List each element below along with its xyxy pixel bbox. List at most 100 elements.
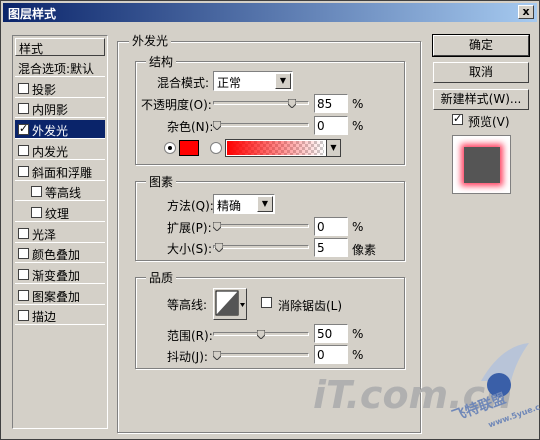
sidebar-item-label: 渐变叠加 xyxy=(32,269,81,283)
blend-mode-label: 混合模式: xyxy=(157,76,210,90)
sidebar-item-checkbox[interactable] xyxy=(18,122,29,136)
jitter-unit: % xyxy=(352,348,364,362)
opacity-label: 不透明度(O): xyxy=(141,98,212,112)
spread-label: 扩展(P): xyxy=(167,221,212,235)
sidebar-item[interactable]: 内阴影 xyxy=(15,99,105,119)
size-input[interactable]: 5 xyxy=(314,238,348,257)
contour-picker[interactable] xyxy=(213,288,247,320)
sidebar-item-checkbox[interactable] xyxy=(18,82,29,94)
sidebar-item[interactable]: 纹理 xyxy=(15,203,105,222)
technique-select[interactable]: 精确 ▼ xyxy=(213,194,275,214)
sidebar-item[interactable]: 光泽 xyxy=(15,224,105,243)
sidebar-item[interactable]: 颜色叠加 xyxy=(15,244,105,264)
spread-slider[interactable] xyxy=(213,224,309,228)
sidebar-item-label: 投影 xyxy=(32,82,57,97)
chevron-down-icon: ▼ xyxy=(275,73,291,89)
range-input[interactable]: 50 xyxy=(314,324,348,343)
spread-value: 0 xyxy=(317,220,325,234)
size-value: 5 xyxy=(317,241,325,255)
opacity-value: 85 xyxy=(317,97,333,111)
sidebar-item-label: 纹理 xyxy=(45,206,70,221)
close-button[interactable]: x xyxy=(518,5,534,19)
sidebar-item-checkbox[interactable] xyxy=(31,206,42,218)
styles-header[interactable]: 样式 xyxy=(15,38,105,56)
sidebar-item-checkbox[interactable] xyxy=(18,103,29,115)
glow-color-swatch[interactable] xyxy=(179,140,199,156)
opacity-input[interactable]: 85 xyxy=(314,94,348,113)
sidebar-item[interactable]: 投影 xyxy=(15,79,105,98)
range-slider-thumb[interactable] xyxy=(257,330,265,339)
contour-curve-icon xyxy=(215,290,245,316)
sidebar-item[interactable]: 描边 xyxy=(15,306,105,326)
jitter-slider[interactable] xyxy=(213,353,309,357)
noise-slider[interactable] xyxy=(213,123,309,127)
sidebar-item[interactable]: 图案叠加 xyxy=(15,286,105,305)
sidebar-item[interactable]: 混合选项:默认 xyxy=(15,58,105,77)
sidebar-item[interactable]: 渐变叠加 xyxy=(15,265,105,284)
range-value: 50 xyxy=(317,327,333,341)
size-unit: 像素 xyxy=(352,243,377,257)
sidebar-item-label: 颜色叠加 xyxy=(32,248,81,263)
sidebar-item-checkbox[interactable] xyxy=(18,165,29,177)
gradient-picker[interactable]: ▼ xyxy=(225,139,341,157)
antialias-checkbox[interactable] xyxy=(261,297,272,308)
preview-swatch xyxy=(464,147,500,183)
chevron-down-icon: ▼ xyxy=(257,196,273,212)
sidebar-item[interactable]: 外发光 xyxy=(15,120,105,140)
elements-title: 图素 xyxy=(146,173,177,190)
chevron-down-icon[interactable]: ▼ xyxy=(326,140,340,156)
sidebar-item-label: 光泽 xyxy=(32,227,57,242)
window-title: 图层样式 xyxy=(8,7,57,21)
sidebar-item-label: 图案叠加 xyxy=(32,289,81,304)
technique-label: 方法(Q): xyxy=(167,199,214,213)
range-label: 范围(R): xyxy=(167,329,213,343)
sidebar-item[interactable]: 斜面和浮雕 xyxy=(15,162,105,181)
style-list: 样式 混合选项:默认投影内阴影外发光内发光斜面和浮雕等高线纹理光泽颜色叠加渐变叠… xyxy=(12,35,108,429)
sidebar-item-label: 混合选项:默认 xyxy=(18,62,95,76)
cancel-button[interactable]: 取消 xyxy=(433,62,529,83)
noise-input[interactable]: 0 xyxy=(314,116,348,135)
noise-label: 杂色(N): xyxy=(167,120,214,134)
sidebar-item-checkbox[interactable] xyxy=(18,144,29,156)
layer-style-dialog: 图层样式 x 样式 混合选项:默认投影内阴影外发光内发光斜面和浮雕等高线纹理光泽… xyxy=(0,0,540,440)
gradient-radio[interactable] xyxy=(210,142,222,154)
noise-slider-thumb[interactable] xyxy=(213,121,221,130)
quality-title: 品质 xyxy=(146,269,177,286)
range-unit: % xyxy=(352,327,364,341)
opacity-slider-thumb[interactable] xyxy=(287,99,296,108)
blend-mode-select[interactable]: 正常 ▼ xyxy=(213,71,293,91)
blend-mode-value: 正常 xyxy=(217,76,242,90)
sidebar-item-checkbox[interactable] xyxy=(18,310,29,322)
new-style-button[interactable]: 新建样式(W)... xyxy=(433,89,529,110)
ok-button[interactable]: 确定 xyxy=(432,34,530,57)
solid-color-radio[interactable] xyxy=(164,142,176,154)
sidebar-item-checkbox[interactable] xyxy=(18,269,29,280)
sidebar-item-checkbox[interactable] xyxy=(31,186,42,198)
size-slider-thumb[interactable] xyxy=(214,243,223,252)
sidebar-item-label: 描边 xyxy=(32,310,57,325)
spread-slider-thumb[interactable] xyxy=(213,222,221,231)
sidebar-item-label: 内阴影 xyxy=(32,103,69,118)
sidebar-item-label: 等高线 xyxy=(45,186,82,201)
noise-value: 0 xyxy=(317,119,325,133)
sidebar-item[interactable]: 等高线 xyxy=(15,182,105,202)
opacity-unit: % xyxy=(352,97,364,111)
antialias-label: 消除锯齿(L) xyxy=(278,299,343,313)
sidebar-item[interactable]: 内发光 xyxy=(15,141,105,160)
preview-checkbox[interactable] xyxy=(452,112,463,125)
jitter-input[interactable]: 0 xyxy=(314,345,348,364)
jitter-slider-thumb[interactable] xyxy=(213,351,221,360)
size-label: 大小(S): xyxy=(167,242,213,256)
sidebar-item-checkbox[interactable] xyxy=(18,227,29,239)
gradient-preview xyxy=(227,141,324,155)
sidebar-item-label: 斜面和浮雕 xyxy=(32,165,93,180)
spread-input[interactable]: 0 xyxy=(314,217,348,236)
sidebar-item-label: 外发光 xyxy=(32,124,69,139)
title-bar: 图层样式 x xyxy=(3,3,537,22)
size-slider[interactable] xyxy=(213,245,309,249)
jitter-value: 0 xyxy=(317,348,325,362)
structure-title: 结构 xyxy=(146,53,177,70)
sidebar-item-label: 内发光 xyxy=(32,144,69,159)
sidebar-item-checkbox[interactable] xyxy=(18,289,29,301)
sidebar-item-checkbox[interactable] xyxy=(18,248,29,260)
